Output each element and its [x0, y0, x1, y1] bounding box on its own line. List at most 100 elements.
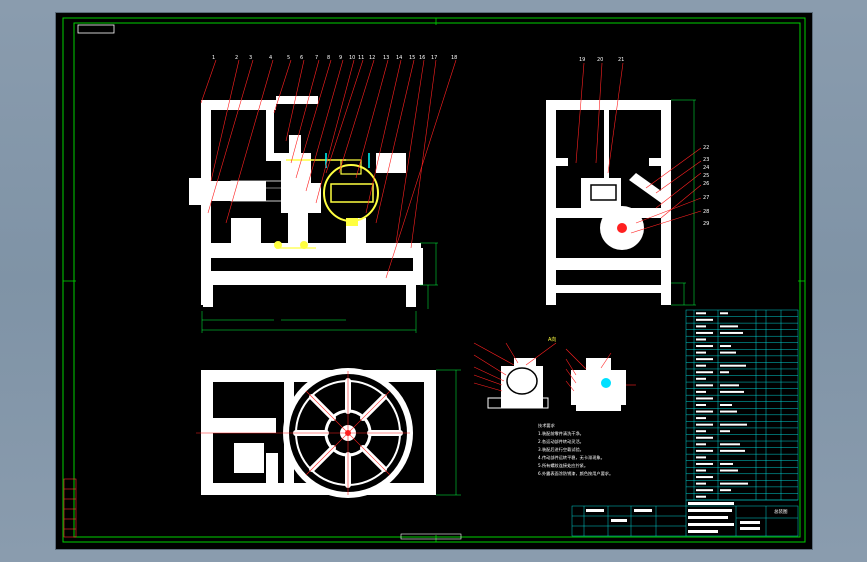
parts-entry-mark — [696, 404, 706, 406]
balloon-label: 6 — [300, 55, 303, 61]
title-block-fills — [586, 502, 760, 533]
parts-entry-mark — [720, 469, 738, 472]
parts-entry-mark — [696, 364, 706, 367]
balloon-label: 25 — [703, 173, 709, 179]
detail-view-a: A向 — [473, 336, 556, 409]
parts-entry-mark — [696, 476, 713, 479]
parts-entry-mark — [696, 489, 713, 492]
balloon-label: 2 — [235, 55, 238, 61]
balloon-label: 14 — [396, 55, 402, 61]
top-view — [196, 368, 461, 498]
parts-entry-mark — [720, 331, 743, 334]
parts-entry-mark — [720, 312, 728, 315]
parts-entry-mark — [696, 482, 706, 485]
balloon-label: 24 — [703, 165, 709, 171]
parts-entry-mark — [720, 384, 739, 387]
balloon-label: 4 — [269, 55, 272, 61]
parts-entry-mark — [696, 371, 713, 374]
parts-entry-mark — [696, 318, 713, 321]
parts-entry-mark — [720, 404, 732, 406]
parts-entry-mark — [696, 436, 713, 439]
front-view: 1 2 3 4 5 6 7 8 9 10 11 12 13 14 15 16 1… — [189, 55, 457, 333]
parts-entry-mark — [720, 482, 748, 485]
balloon-label: 29 — [703, 221, 709, 227]
balloons-front: 1 2 3 4 5 6 7 8 9 10 11 12 13 14 15 16 1… — [212, 55, 457, 61]
balloon-label: 12 — [369, 55, 375, 61]
balloon-label: 17 — [431, 55, 437, 61]
parts-entry-mark — [720, 410, 737, 413]
balloon-label: 27 — [703, 195, 709, 201]
parts-entry-mark — [696, 430, 706, 433]
balloon-label: 23 — [703, 157, 709, 163]
note-line: 1.装配前零件清洗干净。 — [538, 430, 584, 437]
parts-entry-mark — [696, 312, 706, 315]
parts-list-entries — [696, 312, 748, 498]
title-block-name: 总装图 — [774, 508, 788, 515]
parts-entry-mark — [720, 443, 740, 446]
parts-entry-mark — [720, 390, 744, 393]
note-line: 4.传动部件运转平稳，无卡滞现象。 — [538, 454, 605, 461]
balloon-label: 3 — [249, 55, 252, 61]
parts-entry-mark — [696, 351, 706, 354]
balloon-label: 1 — [212, 55, 215, 61]
parts-entry-mark — [720, 449, 745, 452]
note-line: 3.装配后进行空载试验。 — [538, 446, 584, 453]
parts-entry-mark — [696, 443, 706, 446]
parts-entry-mark — [696, 397, 713, 400]
view-label: A向 — [548, 336, 556, 343]
wheel-disc — [196, 368, 413, 498]
note-line: 5.所有螺纹连接处应拧紧。 — [538, 462, 588, 469]
parts-entry-mark — [696, 495, 706, 498]
parts-entry-mark — [696, 345, 713, 348]
balloon-label: 16 — [419, 55, 425, 61]
balloon-label: 11 — [358, 55, 364, 61]
parts-entry-mark — [720, 489, 731, 492]
balloon-label: 7 — [315, 55, 318, 61]
balloon-label: 13 — [383, 55, 389, 61]
parts-entry-mark — [696, 410, 713, 413]
balloon-label: 21 — [618, 57, 624, 63]
balloon-label: 5 — [287, 55, 290, 61]
parts-entry-mark — [696, 325, 706, 328]
drawing-sheet: 1 2 3 4 5 6 7 8 9 10 11 12 13 14 15 16 1… — [56, 13, 812, 549]
cad-drawing-canvas: 1 2 3 4 5 6 7 8 9 10 11 12 13 14 15 16 1… — [62, 17, 806, 543]
balloon-label: 10 — [349, 55, 355, 61]
drawing-number-box — [77, 24, 115, 34]
parts-entry-mark — [696, 331, 713, 334]
parts-entry-mark — [720, 423, 747, 426]
detail-view-b — [565, 348, 636, 411]
parts-entry-mark — [696, 390, 706, 393]
note-line: 2.各运动部件转动灵活。 — [538, 438, 584, 445]
parts-entry-mark — [696, 417, 706, 420]
parts-entry-mark — [696, 358, 713, 361]
technical-notes: 技术要求 1.装配前零件清洗干净。 2.各运动部件转动灵活。 3.装配后进行空载… — [538, 422, 613, 477]
notes-title: 技术要求 — [538, 422, 556, 429]
parts-entry-mark — [720, 430, 730, 433]
balloon-label: 26 — [703, 181, 709, 187]
parts-entry-mark — [696, 384, 713, 387]
balloon-label: 28 — [703, 209, 709, 215]
balloon-label: 19 — [579, 57, 585, 63]
parts-entry-mark — [720, 351, 736, 354]
note-line: 6.外露表面涂防锈漆，颜色按用户要求。 — [538, 470, 613, 477]
parts-entry-mark — [696, 377, 706, 380]
balloon-label: 18 — [451, 55, 457, 61]
balloon-label: 20 — [597, 57, 603, 63]
balloon-label: 8 — [327, 55, 330, 61]
parts-entry-mark — [696, 338, 706, 341]
parts-entry-mark — [720, 345, 731, 348]
balloon-label: 9 — [339, 55, 342, 61]
side-view: 19 20 21 22 23 24 25 26 27 28 29 — [546, 57, 709, 306]
parts-entry-mark — [696, 462, 713, 465]
parts-entry-mark — [696, 449, 713, 452]
balloon-label: 15 — [409, 55, 415, 61]
parts-entry-mark — [696, 456, 706, 459]
parts-entry-mark — [720, 364, 746, 367]
title-block — [571, 499, 799, 537]
parts-entry-mark — [720, 371, 729, 374]
parts-entry-mark — [696, 423, 713, 426]
parts-entry-mark — [696, 469, 706, 472]
balloon-label: 22 — [703, 145, 709, 151]
parts-entry-mark — [720, 462, 733, 465]
parts-entry-mark — [720, 325, 738, 328]
